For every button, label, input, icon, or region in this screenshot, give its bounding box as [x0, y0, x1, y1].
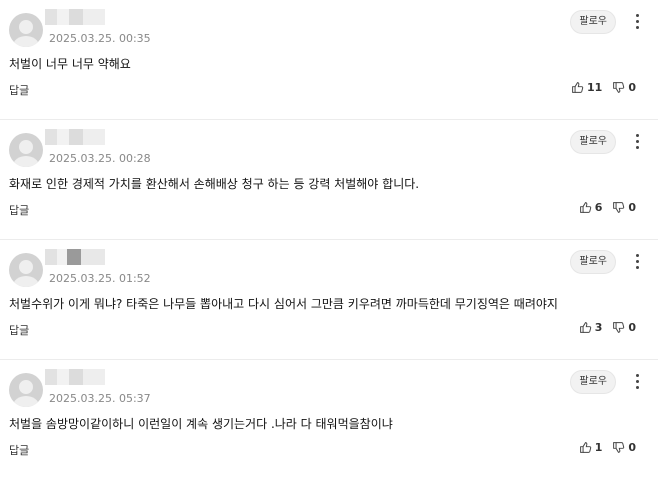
more-vertical-icon[interactable]: [630, 10, 644, 32]
comment-text: 처벌수위가 이게 뭐냐? 타죽은 나무들 뽑아내고 다시 심어서 그만큼 키우려…: [9, 297, 558, 311]
comment-text: 화재로 인한 경제적 가치를 환산해서 손해배상 청구 하는 등 강력 처벌해야…: [9, 177, 420, 191]
comment-list: 2025.03.25. 00:35 팔로우 처벌이 너무 너무 약해요 답글 1…: [0, 0, 658, 480]
avatar[interactable]: [9, 253, 43, 287]
dislike-count: 0: [628, 441, 636, 454]
avatar[interactable]: [9, 13, 43, 47]
more-vertical-icon[interactable]: [630, 250, 644, 272]
comment-text: 처벌을 솜방망이같이하니 이런일이 계속 생기는거다 .나라 다 태워먹을참이냐: [9, 417, 393, 431]
reply-button[interactable]: 답글: [9, 442, 29, 458]
reply-button[interactable]: 답글: [9, 82, 29, 98]
like-count: 3: [594, 321, 603, 334]
follow-button[interactable]: 팔로우: [570, 130, 616, 154]
comment-item: 2025.03.25. 00:35 팔로우 처벌이 너무 너무 약해요 답글 1…: [0, 0, 658, 120]
comment-timestamp: 2025.03.25. 01:52: [49, 272, 151, 285]
comment-timestamp: 2025.03.25. 05:37: [49, 392, 151, 405]
reactions: 11 0: [571, 81, 636, 94]
like-count: 1: [594, 441, 603, 454]
follow-button[interactable]: 팔로우: [570, 250, 616, 274]
dislike-count: 0: [628, 81, 636, 94]
like-button[interactable]: 11: [571, 81, 602, 94]
more-vertical-icon[interactable]: [630, 130, 644, 152]
thumbs-down-icon: [613, 322, 625, 333]
follow-button[interactable]: 팔로우: [570, 370, 616, 394]
like-button[interactable]: 1: [579, 441, 603, 454]
dislike-button[interactable]: 0: [612, 201, 636, 214]
like-button[interactable]: 6: [579, 201, 603, 214]
more-vertical-icon[interactable]: [630, 370, 644, 392]
reply-button[interactable]: 답글: [9, 322, 29, 338]
avatar[interactable]: [9, 373, 43, 407]
comment-text: 처벌이 너무 너무 약해요: [9, 57, 131, 71]
nickname-blurred[interactable]: [45, 9, 105, 25]
nickname-blurred[interactable]: [45, 129, 105, 145]
dislike-count: 0: [628, 201, 636, 214]
reactions: 1 0: [579, 441, 636, 454]
dislike-count: 0: [628, 321, 636, 334]
thumbs-down-icon: [613, 442, 625, 453]
reply-button[interactable]: 답글: [9, 202, 29, 218]
nickname-blurred[interactable]: [45, 369, 105, 385]
thumbs-up-icon: [579, 202, 591, 213]
thumbs-up-icon: [572, 82, 584, 93]
dislike-button[interactable]: 0: [612, 81, 636, 94]
thumbs-down-icon: [613, 202, 625, 213]
comment-timestamp: 2025.03.25. 00:28: [49, 152, 151, 165]
comment-item: 2025.03.25. 01:52 팔로우 처벌수위가 이게 뭐냐? 타죽은 나…: [0, 240, 658, 360]
comment-item: 2025.03.25. 00:28 팔로우 화재로 인한 경제적 가치를 환산해…: [0, 120, 658, 240]
nickname-blurred[interactable]: [45, 249, 105, 265]
like-button[interactable]: 3: [579, 321, 603, 334]
dislike-button[interactable]: 0: [612, 441, 636, 454]
thumbs-up-icon: [579, 442, 591, 453]
like-count: 6: [594, 201, 603, 214]
dislike-button[interactable]: 0: [612, 321, 636, 334]
avatar[interactable]: [9, 133, 43, 167]
follow-button[interactable]: 팔로우: [570, 10, 616, 34]
thumbs-down-icon: [613, 82, 625, 93]
reactions: 3 0: [579, 321, 636, 334]
comment-timestamp: 2025.03.25. 00:35: [49, 32, 151, 45]
like-count: 11: [587, 81, 603, 94]
reactions: 6 0: [579, 201, 636, 214]
thumbs-up-icon: [579, 322, 591, 333]
comment-item: 2025.03.25. 05:37 팔로우 처벌을 솜방망이같이하니 이런일이 …: [0, 360, 658, 480]
